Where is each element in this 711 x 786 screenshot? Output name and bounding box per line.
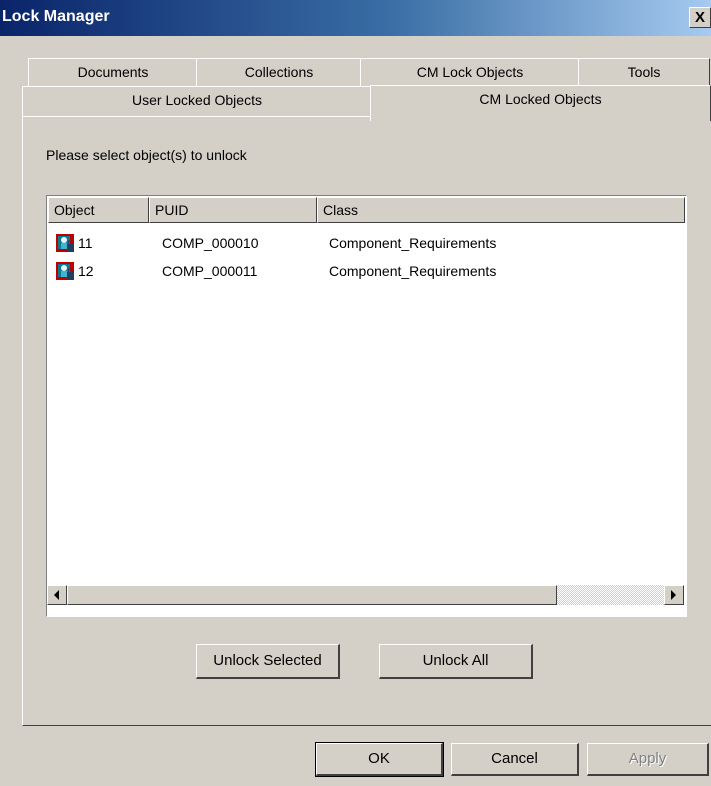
tab-user-locked-objects[interactable]: User Locked Objects [22, 86, 372, 116]
apply-label: Apply [628, 750, 667, 767]
window-title: Lock Manager [2, 8, 110, 25]
cell-class: Component_Requirements [329, 235, 497, 251]
close-button[interactable]: X [689, 7, 711, 28]
cell-object: 11 [78, 235, 93, 251]
locked-objects-list[interactable]: Object PUID Class 11 COMP_000010 Compone… [46, 195, 687, 617]
arrow-left-icon [54, 590, 59, 600]
unlock-all-label: Unlock All [422, 652, 489, 669]
unlock-all-button[interactable]: Unlock All [379, 644, 533, 679]
cell-puid: COMP_000010 [162, 235, 259, 251]
scroll-right-button[interactable] [664, 585, 684, 605]
ok-label: OK [368, 750, 390, 767]
horizontal-scrollbar-thumb[interactable] [67, 585, 557, 605]
column-header-puid[interactable]: PUID [149, 197, 317, 223]
unlock-selected-button[interactable]: Unlock Selected [196, 644, 340, 679]
locked-object-icon [56, 234, 74, 252]
tab-collections[interactable]: Collections [196, 58, 362, 88]
cancel-label: Cancel [491, 750, 538, 767]
arrow-right-icon [671, 590, 676, 600]
unlock-prompt: Please select object(s) to unlock [46, 147, 247, 163]
tab-cm-lock-objects[interactable]: CM Lock Objects [360, 58, 580, 88]
tab-documents[interactable]: Documents [28, 58, 198, 88]
column-header-object[interactable]: Object [48, 197, 149, 223]
table-row[interactable]: 11 COMP_000010 Component_Requirements [48, 230, 685, 256]
cell-object: 12 [78, 263, 94, 279]
apply-button: Apply [587, 743, 709, 776]
ok-button[interactable]: OK [315, 742, 444, 777]
cell-puid: COMP_000011 [162, 263, 258, 279]
scroll-left-button[interactable] [47, 585, 67, 605]
locked-object-icon [56, 262, 74, 280]
table-row[interactable]: 12 COMP_000011 Component_Requirements [48, 258, 685, 284]
cell-class: Component_Requirements [329, 263, 497, 279]
cancel-button[interactable]: Cancel [451, 743, 579, 776]
tab-cm-locked-objects[interactable]: CM Locked Objects [370, 85, 711, 121]
tab-tools[interactable]: Tools [578, 58, 710, 88]
unlock-selected-label: Unlock Selected [213, 652, 322, 669]
column-header-class[interactable]: Class [317, 197, 685, 223]
